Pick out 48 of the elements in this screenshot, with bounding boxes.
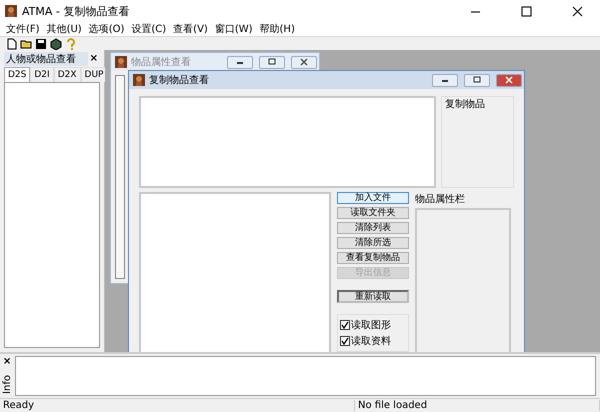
close-icon <box>299 58 309 66</box>
panel-title: 人物或物品查看 <box>4 52 88 66</box>
restore-icon <box>472 76 482 84</box>
action-button[interactable]: 清除列表 <box>337 222 409 234</box>
close-icon <box>504 76 514 84</box>
minimize-button[interactable] <box>227 56 253 68</box>
tab[interactable]: D2I <box>30 67 54 82</box>
window-icon <box>115 56 127 68</box>
menu-item[interactable]: 其他(U) <box>44 22 87 36</box>
tab[interactable]: D2X <box>54 67 81 82</box>
action-button[interactable]: 读取文件夹 <box>337 207 409 219</box>
group-label: 复制物品 <box>445 98 486 111</box>
close-button[interactable] <box>291 56 317 68</box>
restore-button[interactable] <box>259 56 285 68</box>
restore-icon <box>267 58 277 66</box>
restore-button[interactable] <box>464 74 490 86</box>
save-icon <box>35 38 47 50</box>
properties-label: 物品属性栏 <box>415 192 466 206</box>
menu-item[interactable]: 选项(O) <box>86 22 130 36</box>
status-text: Ready <box>0 400 355 411</box>
menu-item[interactable]: 设置(C) <box>129 22 172 36</box>
action-button[interactable]: 加入文件 <box>337 192 409 204</box>
panel-close-button[interactable]: × <box>88 53 100 64</box>
action-button[interactable]: 清除所选 <box>337 237 409 249</box>
window-title: ATMA - 复制物品查看 <box>22 4 130 18</box>
menu-item[interactable]: 帮助(H) <box>258 22 300 36</box>
reload-button[interactable]: 重新读取 <box>337 290 409 303</box>
menu-item[interactable]: 窗口(W) <box>212 22 258 36</box>
item-list[interactable] <box>4 82 100 348</box>
window-icon <box>133 74 145 86</box>
new-file-icon <box>6 38 17 50</box>
maximize-icon <box>520 6 532 16</box>
close-icon <box>572 6 582 16</box>
info-close-button[interactable]: × <box>0 356 14 367</box>
child-window-title: 物品属性查看 <box>131 56 192 69</box>
menu-item[interactable]: 查看(V) <box>171 22 213 36</box>
tab[interactable]: D2S <box>4 67 30 82</box>
checkbox[interactable]: 读取资料 <box>340 334 406 348</box>
info-label: Info <box>2 375 12 394</box>
info-text-area[interactable] <box>15 356 596 396</box>
menu-item[interactable]: 文件(F) <box>4 22 45 36</box>
minimize-button[interactable] <box>432 74 458 86</box>
status-text: No file loaded <box>355 400 600 411</box>
help-icon <box>65 38 76 50</box>
checkbox[interactable]: 读取图形 <box>340 318 406 332</box>
child-window-title: 复制物品查看 <box>149 74 210 87</box>
app-icon <box>5 5 17 17</box>
action-button[interactable]: 查看复制物品 <box>337 252 409 264</box>
